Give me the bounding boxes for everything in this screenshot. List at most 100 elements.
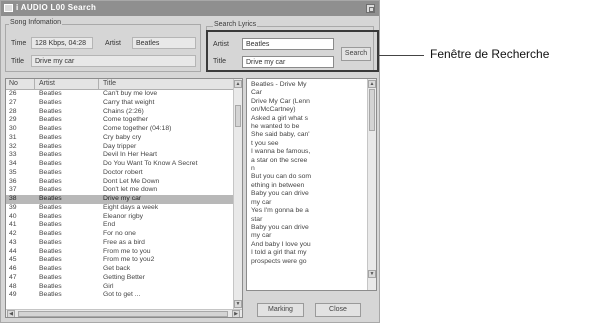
row-title: Dont Let Me Down [103, 177, 160, 185]
table-row[interactable]: 27 Beatles Carry that weight [6, 99, 234, 108]
row-no: 49 [9, 291, 17, 299]
table-row[interactable]: 26 Beatles Can't buy me love [6, 90, 234, 99]
row-artist: Beatles [39, 265, 62, 272]
table-row[interactable]: 29 Beatles Come together [6, 116, 234, 125]
row-no: 45 [9, 256, 17, 264]
row-artist: Beatles [39, 186, 62, 194]
row-artist: Beatles [39, 177, 62, 185]
column-divider [98, 79, 99, 89]
row-no: 47 [9, 273, 17, 281]
time-field: 128 Kbps, 04:28 [31, 37, 93, 49]
row-title: Come together [103, 116, 148, 124]
table-row[interactable]: 28 Beatles Chains (2:26) [6, 108, 234, 117]
row-artist: Beatles [39, 230, 62, 237]
row-title: Got to get ... [103, 291, 141, 299]
table-row[interactable]: 42 Beatles For no one [6, 230, 234, 239]
column-artist[interactable]: Artist [39, 80, 55, 87]
scroll-right-arrow[interactable]: ▶ [232, 310, 240, 317]
scroll-left-arrow[interactable]: ◀ [7, 310, 15, 317]
row-title: Free as a bird [103, 238, 145, 246]
table-row[interactable]: 44 Beatles From me to you [6, 248, 234, 257]
table-row[interactable]: 47 Beatles Getting Better [6, 274, 234, 283]
row-title: Cry baby cry [103, 133, 142, 141]
table-row[interactable]: 48 Beatles Girl [6, 283, 234, 292]
table-row[interactable]: 40 Beatles Eleanor rigby [6, 213, 234, 222]
row-no: 28 [9, 107, 17, 115]
table-row[interactable]: 31 Beatles Cry baby cry [6, 134, 234, 143]
song-list-vscroll[interactable]: ▲ ▼ [233, 79, 242, 309]
artist-label: Artist [105, 40, 121, 47]
row-artist: Beatles [39, 142, 62, 150]
row-artist: Beatles [39, 195, 62, 202]
table-row[interactable]: 36 Beatles Dont Let Me Down [6, 178, 234, 187]
song-list-rows: 26 Beatles Can't buy me love 27 Beatles Carry… [6, 90, 234, 300]
marking-button[interactable]: Marking [257, 303, 304, 317]
table-row[interactable]: 34 Beatles Do You Want To Know A Secret [6, 160, 234, 169]
table-row[interactable]: 46 Beatles Get back [6, 265, 234, 274]
row-artist: Beatles [39, 256, 62, 264]
table-row[interactable]: 35 Beatles Doctor robert [6, 169, 234, 178]
row-no: 36 [9, 177, 17, 185]
row-artist: Beatles [39, 247, 62, 255]
scroll-up-arrow[interactable]: ▲ [368, 80, 376, 88]
song-list: No Artist Title 26 Beatles Can't buy me lo… [5, 78, 243, 318]
row-title: Chains (2:26) [103, 107, 144, 115]
search-window: i AUDIO L00 Search Song Infomation Time … [0, 0, 380, 323]
close-window-icon[interactable] [366, 4, 375, 13]
table-row[interactable]: 38 Beatles Drive my car [6, 195, 234, 204]
song-list-hscroll[interactable]: ◀ ▶ [6, 309, 242, 317]
table-row[interactable]: 45 Beatles From me to you2 [6, 256, 234, 265]
row-artist: Beatles [39, 160, 62, 167]
table-row[interactable]: 41 Beatles End [6, 221, 234, 230]
hscroll-thumb[interactable] [18, 311, 228, 317]
table-row[interactable]: 32 Beatles Day tripper [6, 143, 234, 152]
title-label: Title [11, 58, 24, 65]
row-no: 42 [9, 230, 17, 237]
artist-field: Beatles [132, 37, 196, 49]
row-title: Drive my car [103, 195, 142, 202]
title-bar: i AUDIO L00 Search [1, 1, 379, 16]
table-row[interactable]: 33 Beatles Devil In Her Heart [6, 151, 234, 160]
table-row[interactable]: 43 Beatles Free as a bird [6, 239, 234, 248]
table-row[interactable]: 30 Beatles Come together (04:18) [6, 125, 234, 134]
scroll-up-arrow[interactable]: ▲ [234, 80, 242, 88]
song-info-group-label: Song Infomation [9, 19, 62, 26]
row-title: For no one [103, 230, 136, 237]
row-no: 26 [9, 90, 17, 97]
row-no: 46 [9, 265, 17, 272]
scroll-thumb[interactable] [369, 89, 375, 131]
lyrics-vscroll[interactable]: ▲ ▼ [367, 79, 376, 290]
row-title: Carry that weight [103, 98, 155, 106]
scroll-thumb[interactable] [235, 105, 241, 127]
row-artist: Beatles [39, 282, 62, 290]
table-row[interactable]: 37 Beatles Don't let me down [6, 186, 234, 195]
row-artist: Beatles [39, 273, 62, 281]
row-title: Getting Better [103, 273, 145, 281]
table-row[interactable]: 49 Beatles Got to get ... [6, 291, 234, 300]
row-title: Eleanor rigby [103, 212, 144, 220]
row-title: From me to you2 [103, 256, 155, 264]
column-title[interactable]: Title [103, 80, 116, 87]
row-no: 43 [9, 238, 17, 246]
row-title: Doctor robert [103, 168, 143, 176]
row-artist: Beatles [39, 291, 62, 299]
column-divider [34, 79, 35, 89]
row-no: 41 [9, 221, 17, 229]
row-no: 33 [9, 151, 17, 159]
row-no: 29 [9, 116, 17, 124]
row-title: Can't buy me love [103, 90, 158, 97]
search-lyrics-group-label: Search Lyrics [213, 21, 258, 28]
row-artist: Beatles [39, 125, 62, 132]
scroll-down-arrow[interactable]: ▼ [234, 300, 242, 308]
scroll-down-arrow[interactable]: ▼ [368, 270, 376, 278]
row-artist: Beatles [39, 212, 62, 220]
column-no[interactable]: No [9, 80, 18, 87]
row-title: Do You Want To Know A Secret [103, 160, 198, 167]
row-title: Come together (04:18) [103, 125, 172, 132]
row-title: Get back [103, 265, 131, 272]
row-title: Girl [103, 282, 114, 290]
table-row[interactable]: 39 Beatles Eight days a week [6, 204, 234, 213]
close-button[interactable]: Close [315, 303, 361, 317]
row-artist: Beatles [39, 238, 62, 246]
row-no: 31 [9, 133, 17, 141]
